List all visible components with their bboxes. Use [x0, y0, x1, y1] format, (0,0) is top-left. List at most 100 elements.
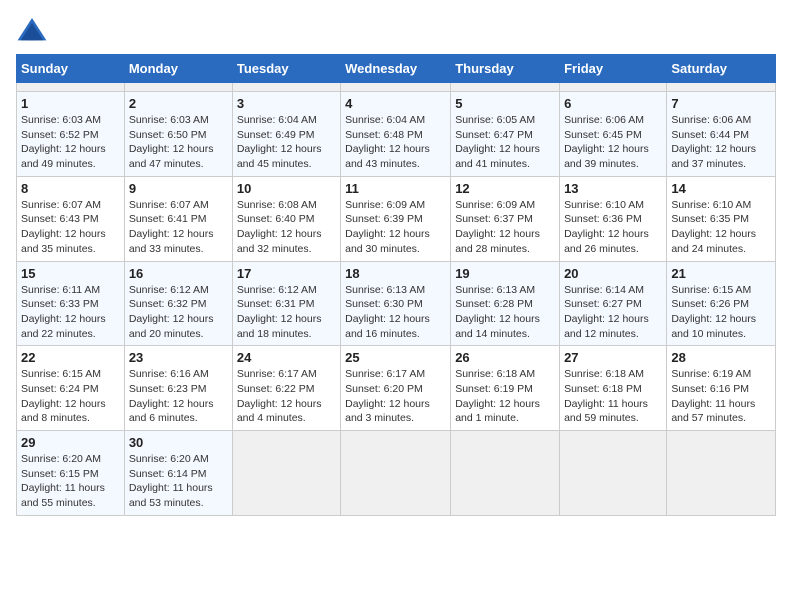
day-info: Sunrise: 6:11 AMSunset: 6:33 PMDaylight:…: [21, 283, 120, 342]
day-info: Sunrise: 6:15 AMSunset: 6:24 PMDaylight:…: [21, 367, 120, 426]
day-cell-20: 20 Sunrise: 6:14 AMSunset: 6:27 PMDaylig…: [560, 261, 667, 346]
page-header: [16, 16, 776, 44]
day-number: 29: [21, 435, 120, 450]
day-info: Sunrise: 6:07 AMSunset: 6:43 PMDaylight:…: [21, 198, 120, 257]
day-info: Sunrise: 6:12 AMSunset: 6:31 PMDaylight:…: [237, 283, 336, 342]
header-row: SundayMondayTuesdayWednesdayThursdayFrid…: [17, 55, 776, 83]
day-number: 7: [671, 96, 771, 111]
empty-cell: [341, 83, 451, 92]
day-header-wednesday: Wednesday: [341, 55, 451, 83]
day-info: Sunrise: 6:04 AMSunset: 6:49 PMDaylight:…: [237, 113, 336, 172]
day-number: 22: [21, 350, 120, 365]
day-header-saturday: Saturday: [667, 55, 776, 83]
day-number: 5: [455, 96, 555, 111]
empty-cell: [560, 431, 667, 516]
day-cell-30: 30 Sunrise: 6:20 AMSunset: 6:14 PMDaylig…: [124, 431, 232, 516]
day-cell-25: 25 Sunrise: 6:17 AMSunset: 6:20 PMDaylig…: [341, 346, 451, 431]
calendar-table: SundayMondayTuesdayWednesdayThursdayFrid…: [16, 54, 776, 516]
day-header-tuesday: Tuesday: [232, 55, 340, 83]
day-cell-6: 6 Sunrise: 6:06 AMSunset: 6:45 PMDayligh…: [560, 92, 667, 177]
day-info: Sunrise: 6:17 AMSunset: 6:20 PMDaylight:…: [345, 367, 446, 426]
day-number: 30: [129, 435, 228, 450]
day-number: 9: [129, 181, 228, 196]
day-info: Sunrise: 6:19 AMSunset: 6:16 PMDaylight:…: [671, 367, 771, 426]
empty-cell: [124, 83, 232, 92]
calendar-row-2: 8 Sunrise: 6:07 AMSunset: 6:43 PMDayligh…: [17, 176, 776, 261]
empty-cell: [232, 83, 340, 92]
empty-cell: [232, 431, 340, 516]
day-cell-12: 12 Sunrise: 6:09 AMSunset: 6:37 PMDaylig…: [451, 176, 560, 261]
day-info: Sunrise: 6:09 AMSunset: 6:37 PMDaylight:…: [455, 198, 555, 257]
empty-cell: [451, 431, 560, 516]
day-info: Sunrise: 6:18 AMSunset: 6:19 PMDaylight:…: [455, 367, 555, 426]
day-cell-18: 18 Sunrise: 6:13 AMSunset: 6:30 PMDaylig…: [341, 261, 451, 346]
day-header-friday: Friday: [560, 55, 667, 83]
day-header-sunday: Sunday: [17, 55, 125, 83]
day-cell-19: 19 Sunrise: 6:13 AMSunset: 6:28 PMDaylig…: [451, 261, 560, 346]
day-number: 2: [129, 96, 228, 111]
day-number: 3: [237, 96, 336, 111]
day-info: Sunrise: 6:06 AMSunset: 6:44 PMDaylight:…: [671, 113, 771, 172]
empty-cell: [560, 83, 667, 92]
day-cell-24: 24 Sunrise: 6:17 AMSunset: 6:22 PMDaylig…: [232, 346, 340, 431]
day-number: 20: [564, 266, 662, 281]
empty-cell: [667, 83, 776, 92]
day-info: Sunrise: 6:03 AMSunset: 6:50 PMDaylight:…: [129, 113, 228, 172]
day-cell-8: 8 Sunrise: 6:07 AMSunset: 6:43 PMDayligh…: [17, 176, 125, 261]
day-info: Sunrise: 6:16 AMSunset: 6:23 PMDaylight:…: [129, 367, 228, 426]
day-cell-21: 21 Sunrise: 6:15 AMSunset: 6:26 PMDaylig…: [667, 261, 776, 346]
day-number: 28: [671, 350, 771, 365]
day-number: 15: [21, 266, 120, 281]
day-number: 21: [671, 266, 771, 281]
day-number: 1: [21, 96, 120, 111]
calendar-row-1: 1 Sunrise: 6:03 AMSunset: 6:52 PMDayligh…: [17, 92, 776, 177]
day-number: 11: [345, 181, 446, 196]
day-number: 16: [129, 266, 228, 281]
day-cell-27: 27 Sunrise: 6:18 AMSunset: 6:18 PMDaylig…: [560, 346, 667, 431]
day-cell-15: 15 Sunrise: 6:11 AMSunset: 6:33 PMDaylig…: [17, 261, 125, 346]
day-cell-3: 3 Sunrise: 6:04 AMSunset: 6:49 PMDayligh…: [232, 92, 340, 177]
day-cell-17: 17 Sunrise: 6:12 AMSunset: 6:31 PMDaylig…: [232, 261, 340, 346]
day-cell-22: 22 Sunrise: 6:15 AMSunset: 6:24 PMDaylig…: [17, 346, 125, 431]
day-cell-16: 16 Sunrise: 6:12 AMSunset: 6:32 PMDaylig…: [124, 261, 232, 346]
day-info: Sunrise: 6:10 AMSunset: 6:35 PMDaylight:…: [671, 198, 771, 257]
day-cell-11: 11 Sunrise: 6:09 AMSunset: 6:39 PMDaylig…: [341, 176, 451, 261]
day-cell-26: 26 Sunrise: 6:18 AMSunset: 6:19 PMDaylig…: [451, 346, 560, 431]
day-info: Sunrise: 6:13 AMSunset: 6:30 PMDaylight:…: [345, 283, 446, 342]
day-number: 26: [455, 350, 555, 365]
day-info: Sunrise: 6:17 AMSunset: 6:22 PMDaylight:…: [237, 367, 336, 426]
day-info: Sunrise: 6:08 AMSunset: 6:40 PMDaylight:…: [237, 198, 336, 257]
day-number: 27: [564, 350, 662, 365]
day-cell-7: 7 Sunrise: 6:06 AMSunset: 6:44 PMDayligh…: [667, 92, 776, 177]
day-cell-4: 4 Sunrise: 6:04 AMSunset: 6:48 PMDayligh…: [341, 92, 451, 177]
day-number: 24: [237, 350, 336, 365]
day-cell-10: 10 Sunrise: 6:08 AMSunset: 6:40 PMDaylig…: [232, 176, 340, 261]
day-number: 4: [345, 96, 446, 111]
day-number: 19: [455, 266, 555, 281]
day-info: Sunrise: 6:20 AMSunset: 6:14 PMDaylight:…: [129, 452, 228, 511]
day-header-thursday: Thursday: [451, 55, 560, 83]
day-info: Sunrise: 6:15 AMSunset: 6:26 PMDaylight:…: [671, 283, 771, 342]
day-info: Sunrise: 6:18 AMSunset: 6:18 PMDaylight:…: [564, 367, 662, 426]
day-number: 10: [237, 181, 336, 196]
day-info: Sunrise: 6:05 AMSunset: 6:47 PMDaylight:…: [455, 113, 555, 172]
calendar-row-4: 22 Sunrise: 6:15 AMSunset: 6:24 PMDaylig…: [17, 346, 776, 431]
day-number: 8: [21, 181, 120, 196]
day-cell-28: 28 Sunrise: 6:19 AMSunset: 6:16 PMDaylig…: [667, 346, 776, 431]
empty-cell: [341, 431, 451, 516]
day-cell-2: 2 Sunrise: 6:03 AMSunset: 6:50 PMDayligh…: [124, 92, 232, 177]
day-header-monday: Monday: [124, 55, 232, 83]
day-info: Sunrise: 6:13 AMSunset: 6:28 PMDaylight:…: [455, 283, 555, 342]
day-number: 25: [345, 350, 446, 365]
empty-cell: [451, 83, 560, 92]
logo: [16, 16, 54, 44]
day-cell-29: 29 Sunrise: 6:20 AMSunset: 6:15 PMDaylig…: [17, 431, 125, 516]
day-number: 6: [564, 96, 662, 111]
calendar-row-3: 15 Sunrise: 6:11 AMSunset: 6:33 PMDaylig…: [17, 261, 776, 346]
generalblue-logo-icon: [16, 16, 48, 44]
day-info: Sunrise: 6:09 AMSunset: 6:39 PMDaylight:…: [345, 198, 446, 257]
day-info: Sunrise: 6:12 AMSunset: 6:32 PMDaylight:…: [129, 283, 228, 342]
day-info: Sunrise: 6:10 AMSunset: 6:36 PMDaylight:…: [564, 198, 662, 257]
day-info: Sunrise: 6:20 AMSunset: 6:15 PMDaylight:…: [21, 452, 120, 511]
day-number: 14: [671, 181, 771, 196]
